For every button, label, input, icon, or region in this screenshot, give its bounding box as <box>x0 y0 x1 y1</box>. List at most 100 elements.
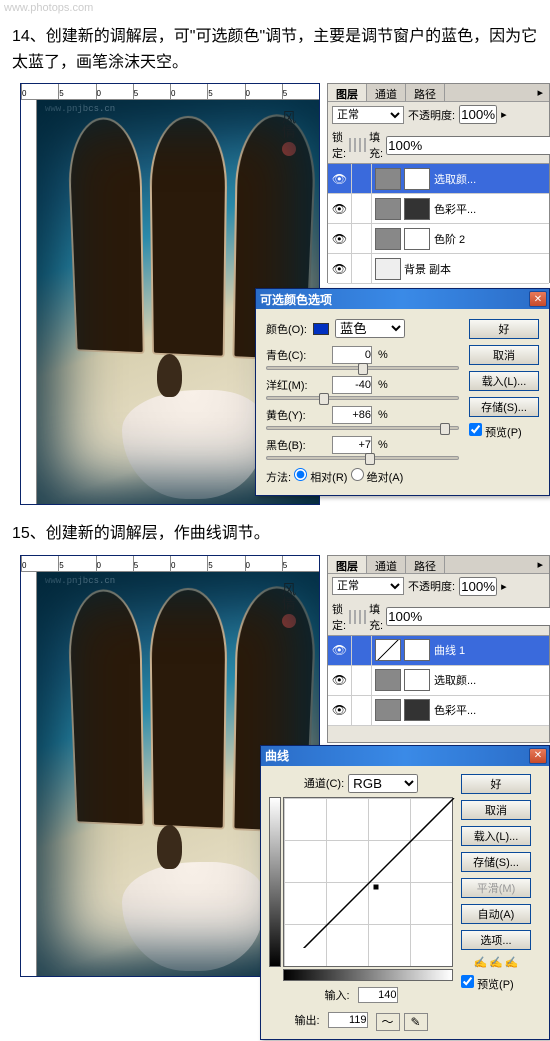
layer-item[interactable]: 👁色彩平... <box>328 194 549 224</box>
curve-tool-pencil-icon[interactable]: ✎ <box>404 1013 428 1031</box>
slider-track[interactable] <box>266 366 459 370</box>
tab-paths[interactable]: 路径 <box>406 84 445 101</box>
cancel-button[interactable]: 取消 <box>469 345 539 365</box>
curve-output-field[interactable] <box>328 1012 368 1028</box>
slider-value-input[interactable] <box>332 376 372 394</box>
eyedropper-black-icon[interactable]: ✍ <box>473 956 487 969</box>
link-cell[interactable] <box>352 224 372 253</box>
eyedropper-white-icon[interactable]: ✍ <box>505 956 519 969</box>
visibility-eye-icon[interactable]: 👁 <box>328 254 352 283</box>
layer-item[interactable]: 👁 曲线 1 <box>328 636 549 666</box>
preview-checkbox[interactable]: 预览(P) <box>461 975 531 992</box>
layer-mask-thumb <box>404 228 430 250</box>
layer-name: 背景 副本 <box>404 261 549 277</box>
lock-brush-icon[interactable] <box>354 138 356 152</box>
preview-checkbox[interactable]: 预览(P) <box>469 423 539 440</box>
blend-mode-select[interactable]: 正常 <box>332 577 404 595</box>
link-cell[interactable] <box>352 164 372 193</box>
lock-transparent-icon[interactable] <box>349 138 351 152</box>
lock-label: 锁定: <box>332 129 346 161</box>
layer-list-2: 👁 曲线 1 👁选取颜...👁色彩平... <box>328 636 549 726</box>
layer-name: 曲线 1 <box>434 642 549 658</box>
lock-all-icon[interactable] <box>364 138 366 152</box>
lock-move-icon[interactable] <box>359 138 361 152</box>
layer-item[interactable]: 👁选取颜... <box>328 666 549 696</box>
fill-label: 填充: <box>369 601 383 633</box>
curves-dialog: 曲线 ✕ 通道(C): RGB <box>260 745 550 1040</box>
fill-input[interactable] <box>386 607 550 626</box>
slider-track[interactable] <box>266 396 459 400</box>
layer-list-1: 👁选取颜...👁色彩平...👁色阶 2👁背景 副本 <box>328 164 549 284</box>
tab-layers[interactable]: 图层 <box>328 84 367 101</box>
slider-label: 黄色(Y): <box>266 407 326 423</box>
lock-all-icon[interactable] <box>364 610 366 624</box>
slider-track[interactable] <box>266 456 459 460</box>
visibility-eye-icon[interactable]: 👁 <box>328 666 352 695</box>
tab-layers[interactable]: 图层 <box>328 556 367 573</box>
channel-select[interactable]: RGB <box>348 774 418 793</box>
slider-thumb-handle[interactable] <box>358 363 368 375</box>
visibility-eye-icon[interactable]: 👁 <box>328 164 352 193</box>
curve-input-field[interactable] <box>358 987 398 1003</box>
opacity-input[interactable] <box>459 577 497 596</box>
curve-tool-point-icon[interactable]: 〜 <box>376 1013 400 1031</box>
color-select[interactable]: 蓝色 <box>335 319 405 338</box>
lock-transparent-icon[interactable] <box>349 610 351 624</box>
link-cell[interactable] <box>352 666 372 695</box>
method-relative-radio[interactable]: 相对(R) <box>294 472 347 484</box>
visibility-eye-icon[interactable]: 👁 <box>328 696 352 725</box>
slider-label: 洋红(M): <box>266 377 326 393</box>
panel-menu-icon[interactable]: ▸ <box>531 556 549 573</box>
slider-thumb-handle[interactable] <box>319 393 329 405</box>
dialog-close-button[interactable]: ✕ <box>529 291 547 307</box>
ok-button[interactable]: 好 <box>461 774 531 794</box>
visibility-eye-icon[interactable]: 👁 <box>328 224 352 253</box>
percent-label: % <box>378 409 388 421</box>
step-15-text: 15、创建新的调解层，作曲线调节。 <box>0 513 550 555</box>
visibility-eye-icon[interactable]: 👁 <box>328 636 352 665</box>
layer-thumb <box>375 699 401 721</box>
panel-menu-icon[interactable]: ▸ <box>531 84 549 101</box>
eyedropper-gray-icon[interactable]: ✍ <box>489 956 503 969</box>
tab-paths[interactable]: 路径 <box>406 556 445 573</box>
lock-label: 锁定: <box>332 601 346 633</box>
lock-brush-icon[interactable] <box>354 610 356 624</box>
layer-item[interactable]: 👁 背景 副本 <box>328 254 549 284</box>
tab-channels[interactable]: 通道 <box>367 84 406 101</box>
link-cell[interactable] <box>352 254 372 283</box>
curve-point[interactable] <box>373 883 380 890</box>
layer-item[interactable]: 👁选取颜... <box>328 164 549 194</box>
method-label: 方法: <box>266 472 291 484</box>
opacity-input[interactable] <box>459 105 497 124</box>
ok-button[interactable]: 好 <box>469 319 539 339</box>
lock-move-icon[interactable] <box>359 610 361 624</box>
slider-value-input[interactable] <box>332 406 372 424</box>
link-cell[interactable] <box>352 636 372 665</box>
opacity-arrow-icon[interactable]: ▸ <box>501 108 507 121</box>
visibility-eye-icon[interactable]: 👁 <box>328 194 352 223</box>
slider-thumb-handle[interactable] <box>365 453 375 465</box>
layer-thumb <box>375 639 401 661</box>
link-cell[interactable] <box>352 696 372 725</box>
curve-graph[interactable] <box>283 797 453 967</box>
opacity-arrow-icon[interactable]: ▸ <box>501 580 507 593</box>
layer-item[interactable]: 👁色彩平... <box>328 696 549 726</box>
slider-track[interactable] <box>266 426 459 430</box>
layer-thumb <box>375 669 401 691</box>
slider-thumb-handle[interactable] <box>440 423 450 435</box>
save-button[interactable]: 存储(S)... <box>469 397 539 417</box>
tab-channels[interactable]: 通道 <box>367 556 406 573</box>
method-absolute-radio[interactable]: 绝对(A) <box>351 472 404 484</box>
opacity-label: 不透明度: <box>408 107 455 123</box>
slider-value-input[interactable] <box>332 346 372 364</box>
fill-input[interactable] <box>386 136 550 155</box>
load-button[interactable]: 载入(L)... <box>469 371 539 391</box>
dialog-close-button[interactable]: ✕ <box>529 748 547 764</box>
page-watermark: www.photops.com <box>0 0 550 16</box>
slider-value-input[interactable] <box>332 436 372 454</box>
layer-item[interactable]: 👁色阶 2 <box>328 224 549 254</box>
step-14-text: 14、创建新的调解层，可"可选颜色"调节，主要是调节窗户的蓝色，因为它太蓝了，画… <box>0 16 550 83</box>
link-cell[interactable] <box>352 194 372 223</box>
percent-label: % <box>378 379 388 391</box>
blend-mode-select[interactable]: 正常 <box>332 106 404 124</box>
